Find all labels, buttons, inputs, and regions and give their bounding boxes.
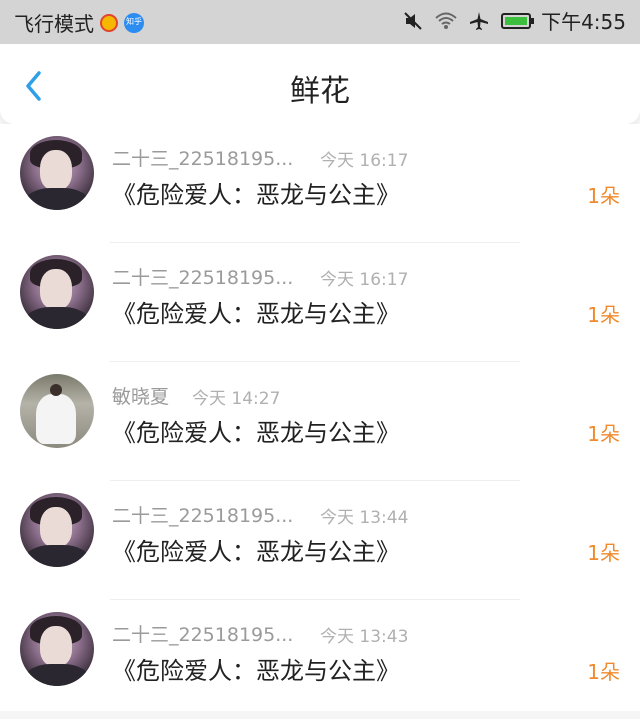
flower-count: 1朵 — [587, 541, 620, 565]
timestamp: 今天 16:17 — [320, 151, 409, 171]
flower-count: 1朵 — [587, 422, 620, 446]
flower-count: 1朵 — [587, 303, 620, 327]
avatar[interactable] — [20, 255, 94, 329]
airplane-mode-label: 飞行模式 — [14, 12, 94, 36]
book-title: 《危险爱人：恶龙与公主》 — [112, 181, 400, 209]
avatar[interactable] — [20, 374, 94, 448]
book-title: 《危险爱人：恶龙与公主》 — [112, 657, 400, 685]
timestamp: 今天 16:17 — [320, 270, 409, 290]
wifi-icon — [435, 12, 457, 29]
flower-count: 1朵 — [587, 660, 620, 684]
zhihu-icon: 知乎 — [124, 12, 144, 33]
battery-icon — [501, 12, 535, 29]
list-item[interactable]: 二十三_22518195... 今天 13:44 《危险爱人：恶龙与公主》 1朵 — [0, 481, 640, 600]
flower-list: 二十三_22518195... 今天 16:17 《危险爱人：恶龙与公主》 1朵… — [0, 124, 640, 711]
nav-bar: 鲜花 — [0, 44, 640, 124]
avatar[interactable] — [20, 493, 94, 567]
list-item[interactable]: 二十三_22518195... 今天 16:17 《危险爱人：恶龙与公主》 1朵 — [0, 243, 640, 362]
weibo-icon — [100, 13, 118, 32]
list-item[interactable]: 二十三_22518195... 今天 13:43 《危险爱人：恶龙与公主》 1朵 — [0, 600, 640, 719]
status-right: 下午4:55 — [403, 6, 626, 35]
sender-name: 二十三_22518195... — [112, 624, 294, 646]
mute-icon — [404, 11, 422, 30]
status-left: 飞行模式 知乎 — [14, 8, 144, 37]
battery-level — [505, 16, 528, 25]
sender-name: 二十三_22518195... — [112, 148, 294, 170]
sender-name: 二十三_22518195... — [112, 505, 294, 527]
book-title: 《危险爱人：恶龙与公主》 — [112, 300, 400, 328]
timestamp: 今天 13:44 — [320, 508, 409, 528]
timestamp: 今天 14:27 — [192, 389, 281, 409]
book-title: 《危险爱人：恶龙与公主》 — [112, 538, 400, 566]
page-title: 鲜花 — [290, 74, 350, 109]
timestamp: 今天 13:43 — [320, 627, 409, 647]
sender-name: 敏晓夏 — [112, 386, 170, 408]
airplane-icon — [470, 11, 489, 30]
book-title: 《危险爱人：恶龙与公主》 — [112, 419, 400, 447]
avatar[interactable] — [20, 612, 94, 686]
list-item[interactable]: 敏晓夏 今天 14:27 《危险爱人：恶龙与公主》 1朵 — [0, 362, 640, 481]
list-item[interactable]: 二十三_22518195... 今天 16:17 《危险爱人：恶龙与公主》 1朵 — [0, 124, 640, 243]
avatar[interactable] — [20, 136, 94, 210]
status-bar: 飞行模式 知乎 下午4:55 — [0, 0, 640, 44]
clock: 下午4:55 — [541, 10, 626, 34]
sender-name: 二十三_22518195... — [112, 267, 294, 289]
flower-count: 1朵 — [587, 184, 620, 208]
